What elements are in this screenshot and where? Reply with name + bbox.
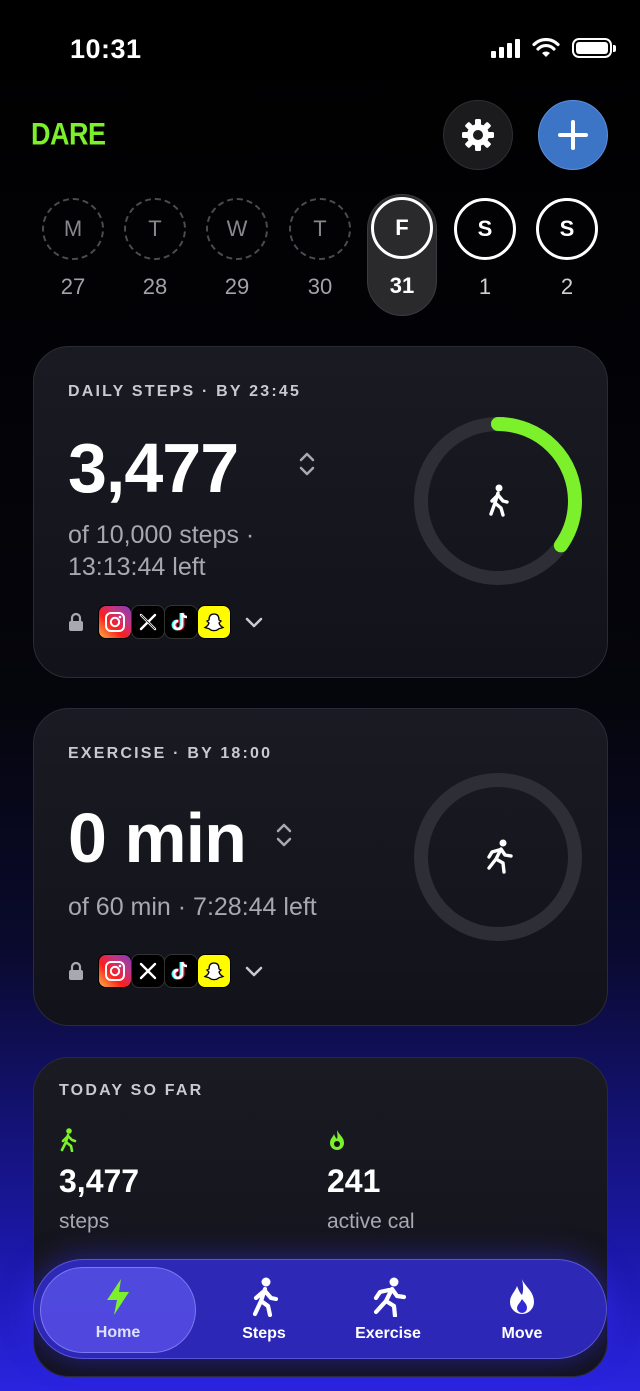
- day-date: 1: [478, 274, 492, 299]
- today-steps-value: 3,477: [59, 1163, 140, 1199]
- today-cal-unit: active cal: [327, 1210, 415, 1233]
- wifi-icon: [532, 38, 560, 57]
- day-letter: M: [42, 198, 104, 260]
- walking-icon: [489, 484, 509, 517]
- day-letter: S: [454, 198, 516, 260]
- exercise-value: 0 min: [68, 799, 247, 877]
- daily-steps-time-left: 13:13:44 left: [68, 553, 206, 581]
- tab-move[interactable]: Move: [472, 1260, 572, 1360]
- instagram-icon: [98, 954, 132, 988]
- cellular-signal-icon: [491, 38, 520, 58]
- daily-steps-card[interactable]: DAILY STEPS · BY 23:45 3,477 of 10,000 s…: [33, 346, 608, 678]
- day-date: 28: [142, 274, 168, 299]
- chevron-down-icon[interactable]: [244, 615, 264, 629]
- status-icons: [491, 38, 616, 58]
- week-strip: M 27 T 28 W 29 T 30 F 31 S 1 S 2: [0, 194, 640, 316]
- snapchat-icon: [197, 954, 231, 988]
- walking-icon: [252, 1277, 278, 1317]
- bolt-icon: [107, 1279, 129, 1315]
- day-thursday[interactable]: T 30: [285, 196, 355, 316]
- today-steps-unit: steps: [59, 1210, 110, 1233]
- tab-bar: Home Steps Exercise Move: [33, 1259, 607, 1359]
- tab-steps-label: Steps: [242, 1325, 286, 1342]
- chevron-down-icon[interactable]: [244, 964, 264, 978]
- status-time: 10:31: [70, 34, 142, 64]
- tab-move-label: Move: [501, 1325, 543, 1342]
- day-letter: S: [536, 198, 598, 260]
- blocked-apps-row[interactable]: [68, 954, 264, 988]
- x-icon: [131, 605, 165, 639]
- exercise-label: EXERCISE · BY 18:00: [68, 745, 273, 762]
- blocked-apps-row[interactable]: [68, 605, 264, 639]
- day-date: 30: [307, 274, 333, 299]
- instagram-icon: [98, 605, 132, 639]
- status-bar: 10:31: [0, 0, 640, 100]
- x-icon: [131, 954, 165, 988]
- exercise-goal: of 60 min · 7:28:44 left: [68, 893, 317, 921]
- lock-icon: [69, 612, 83, 631]
- tab-exercise[interactable]: Exercise: [338, 1260, 438, 1360]
- day-friday-selected[interactable]: F 31: [367, 194, 437, 316]
- walking-icon: [60, 1128, 77, 1153]
- lock-icon: [69, 961, 83, 980]
- app-logo: DARE: [31, 117, 106, 152]
- day-letter: F: [371, 197, 433, 259]
- snapchat-icon: [197, 605, 231, 639]
- day-date: 2: [560, 274, 574, 299]
- day-date: 31: [389, 273, 415, 298]
- flame-icon: [510, 1279, 534, 1314]
- daily-steps-goal: of 10,000 steps ·: [68, 521, 255, 549]
- running-icon: [373, 1277, 406, 1317]
- flame-icon: [330, 1130, 344, 1150]
- tab-home[interactable]: Home: [40, 1267, 196, 1353]
- day-sunday[interactable]: S 2: [532, 196, 602, 316]
- tiktok-icon: [164, 605, 198, 639]
- tiktok-icon: [164, 954, 198, 988]
- gear-icon: [462, 119, 494, 151]
- day-date: 27: [60, 274, 86, 299]
- day-letter: T: [289, 198, 351, 260]
- day-saturday[interactable]: S 1: [450, 196, 520, 316]
- today-steps-stat: 3,477 steps: [59, 1128, 139, 1234]
- day-letter: W: [206, 198, 268, 260]
- day-monday[interactable]: M 27: [38, 196, 108, 316]
- tab-exercise-label: Exercise: [355, 1325, 421, 1342]
- today-label: TODAY SO FAR: [59, 1082, 204, 1099]
- add-button[interactable]: [538, 100, 608, 170]
- today-cal-value: 241: [327, 1163, 381, 1199]
- settings-button[interactable]: [443, 100, 513, 170]
- daily-steps-label: DAILY STEPS · BY 23:45: [68, 383, 302, 400]
- today-cal-stat: 241 active cal: [327, 1128, 415, 1234]
- daily-steps-value: 3,477: [68, 429, 239, 507]
- day-wednesday[interactable]: W 29: [202, 196, 272, 316]
- tab-home-label: Home: [95, 1324, 141, 1341]
- day-date: 29: [224, 274, 250, 299]
- sort-toggle-icon[interactable]: [275, 821, 293, 849]
- day-letter: T: [124, 198, 186, 260]
- exercise-card[interactable]: EXERCISE · BY 18:00 0 min of 60 min · 7:…: [33, 708, 608, 1026]
- steps-progress-ring: [414, 417, 582, 585]
- sort-toggle-icon[interactable]: [298, 450, 316, 478]
- day-tuesday[interactable]: T 28: [120, 196, 190, 316]
- plus-icon: [558, 120, 588, 150]
- exercise-progress-ring: [414, 773, 582, 941]
- tab-steps[interactable]: Steps: [214, 1260, 314, 1360]
- running-icon: [487, 839, 513, 874]
- battery-icon: [572, 38, 616, 58]
